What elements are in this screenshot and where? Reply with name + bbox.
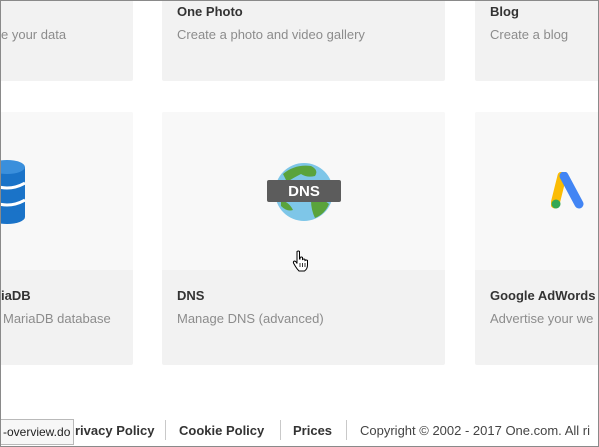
card-desc: Create a blog: [490, 27, 569, 42]
card-mariadb[interactable]: riaDB MariaDB database: [1, 112, 133, 365]
card-title: Google AdWords: [490, 288, 596, 303]
card-one-photo[interactable]: One Photo Create a photo and video galle…: [162, 1, 445, 81]
card-desc: Manage DNS (advanced): [177, 311, 324, 326]
card-desc: Advertise your we: [490, 311, 594, 326]
card-desc: MariaDB database: [3, 311, 111, 326]
card-title: DNS: [177, 288, 205, 303]
footer-divider: [346, 420, 347, 440]
card-title: One Photo: [177, 4, 243, 19]
dns-globe-icon: DNS: [267, 163, 341, 221]
dns-badge-text: DNS: [288, 183, 320, 200]
card-blog[interactable]: Blog Create a blog: [475, 1, 598, 81]
app-viewport: e your data One Photo Create a photo and…: [0, 0, 599, 447]
card-desc: e your data: [1, 27, 67, 42]
status-url-tooltip: -overview.do: [1, 419, 75, 445]
footer-link-cookie-policy[interactable]: Cookie Policy: [179, 423, 264, 438]
card-desc: Create a photo and video gallery: [177, 27, 365, 42]
footer-link-privacy-policy[interactable]: rivacy Policy: [75, 423, 155, 438]
footer-divider: [280, 420, 281, 440]
card-dns[interactable]: DNS DNS Manage DNS (advanced): [162, 112, 445, 365]
card-google-adwords[interactable]: Google AdWords Advertise your we: [475, 112, 598, 365]
footer-link-prices[interactable]: Prices: [293, 423, 332, 438]
card-data[interactable]: e your data: [1, 1, 133, 81]
copyright-text: Copyright © 2002 - 2017 One.com. All ri: [360, 423, 590, 438]
database-icon: [1, 160, 25, 224]
footer-divider: [165, 420, 166, 440]
hand-cursor-icon: [292, 250, 308, 272]
card-title: riaDB: [1, 288, 31, 303]
card-title: Blog: [490, 4, 519, 19]
google-adwords-icon: [551, 172, 584, 209]
